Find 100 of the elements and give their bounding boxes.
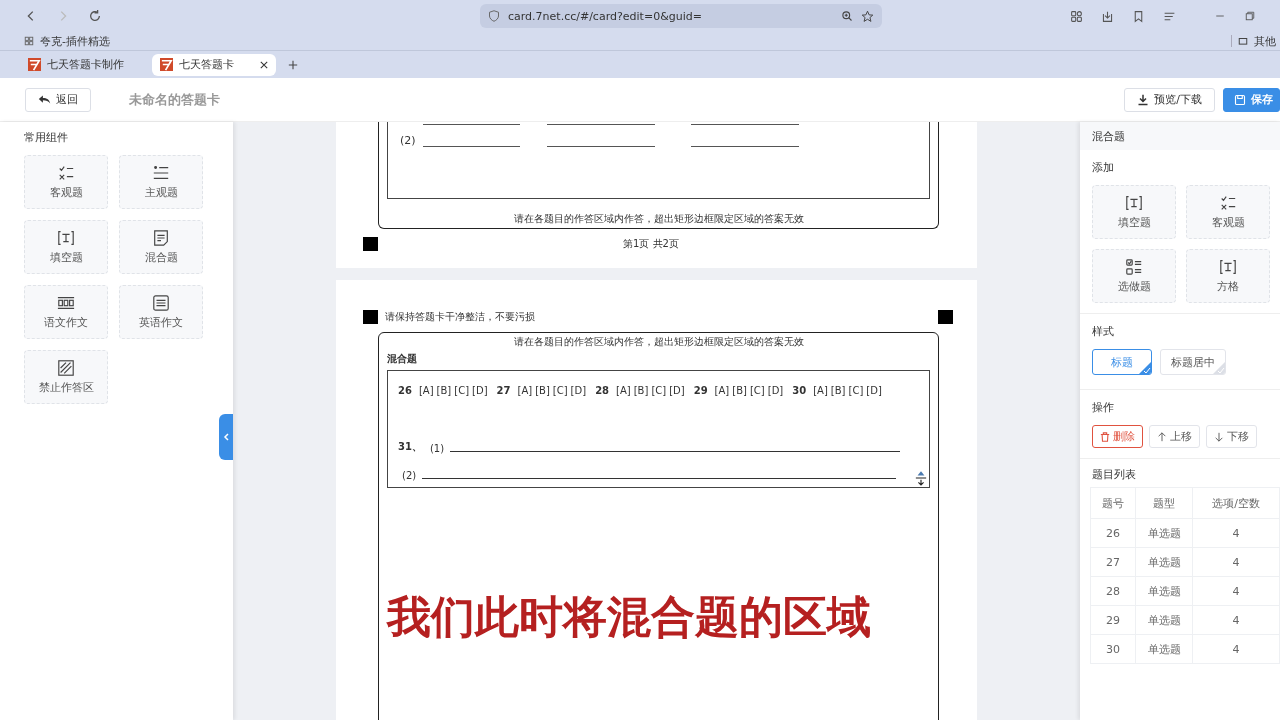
table-cell: 4 bbox=[1192, 605, 1280, 635]
panel-heading: 混合题 bbox=[1080, 122, 1280, 150]
section-label: 操作 bbox=[1092, 400, 1115, 415]
star-icon[interactable] bbox=[861, 9, 874, 23]
question-number: 30 bbox=[792, 385, 807, 396]
alignment-marker bbox=[938, 310, 953, 324]
table-cell: 4 bbox=[1192, 634, 1280, 664]
option-label: [C] bbox=[552, 385, 568, 396]
move-down-button[interactable]: 下移 bbox=[1206, 425, 1257, 448]
corner-check-icon bbox=[1139, 362, 1151, 374]
list-icon bbox=[152, 164, 170, 182]
browser-tab[interactable]: 七天答题卡 bbox=[152, 53, 276, 76]
option-label: [B] bbox=[830, 385, 846, 396]
reload-icon[interactable] bbox=[88, 9, 102, 23]
option-label: [B] bbox=[633, 385, 649, 396]
style-option[interactable]: 标题 bbox=[1092, 349, 1152, 375]
add-tile[interactable]: 选做题 bbox=[1092, 249, 1176, 303]
table-cell: 单选题 bbox=[1135, 634, 1193, 664]
zoom-icon[interactable] bbox=[841, 10, 853, 22]
trash-icon bbox=[1100, 431, 1110, 442]
question-number: 28 bbox=[595, 385, 610, 396]
bookmark-icon[interactable] bbox=[1132, 9, 1145, 23]
option-label: [B] bbox=[732, 385, 747, 396]
add-tile[interactable]: 客观题 bbox=[1186, 185, 1270, 239]
table-cell: 单选题 bbox=[1135, 576, 1193, 606]
blank-label: (2) bbox=[402, 470, 417, 481]
blank-label: (2) bbox=[400, 134, 417, 147]
option-label: [A] bbox=[616, 385, 631, 396]
option-label: [A] bbox=[418, 385, 434, 396]
corner-check-icon bbox=[1213, 362, 1225, 374]
preview-download-button[interactable]: 预览/下载 bbox=[1124, 87, 1215, 112]
option-label: [D] bbox=[472, 385, 488, 396]
component-tile[interactable]: 英语作文 bbox=[119, 285, 203, 339]
component-tile[interactable]: 禁止作答区 bbox=[24, 350, 108, 404]
options-icon bbox=[1125, 258, 1143, 276]
table-cell: 4 bbox=[1192, 518, 1280, 548]
component-tile[interactable]: 填空题 bbox=[24, 220, 108, 274]
table-cell: 4 bbox=[1192, 576, 1280, 606]
alignment-marker bbox=[363, 236, 378, 251]
option-label: [D] bbox=[866, 385, 882, 396]
option-label: [C] bbox=[848, 385, 864, 396]
reply-arrow-icon bbox=[38, 93, 51, 106]
bookmark-folder[interactable]: 其他 bbox=[1254, 33, 1276, 49]
text-field-icon bbox=[57, 229, 75, 247]
table-cell: 29 bbox=[1090, 605, 1136, 635]
table-cell: 26 bbox=[1090, 518, 1136, 548]
section-title: 混合题 bbox=[387, 352, 418, 366]
video-caption: 我们此时将混合题的区域 bbox=[387, 590, 872, 644]
section-label: 样式 bbox=[1092, 324, 1115, 339]
option-label: [C] bbox=[749, 385, 765, 396]
download-icon[interactable] bbox=[1101, 9, 1114, 23]
component-tile[interactable]: 主观题 bbox=[119, 155, 203, 209]
delete-button[interactable]: 删除 bbox=[1092, 425, 1143, 448]
table-cell: 27 bbox=[1090, 547, 1136, 577]
style-option[interactable]: 标题居中 bbox=[1160, 349, 1226, 375]
back-button[interactable]: 返回 bbox=[25, 87, 91, 112]
add-tile[interactable]: 填空题 bbox=[1092, 185, 1176, 239]
answer-note: 请在各题目的作答区域内作答，超出矩形边框限定区域的答案无效 bbox=[512, 335, 805, 349]
question-number: 27 bbox=[496, 385, 511, 396]
question-number: 29 bbox=[693, 385, 708, 396]
option-label: [A] bbox=[517, 385, 533, 396]
close-icon[interactable] bbox=[260, 60, 268, 69]
question-number: 26 bbox=[398, 385, 412, 396]
arrow-down-icon bbox=[1214, 431, 1224, 442]
section-label: 题目列表 bbox=[1092, 467, 1137, 482]
notice-text: 请保持答题卡干净整洁，不要污损 bbox=[385, 310, 535, 324]
bookmark-item[interactable]: 夸克-插件精选 bbox=[40, 33, 110, 49]
browser-tab[interactable]: 七天答题卡制作 bbox=[20, 53, 144, 76]
collapse-tab-icon[interactable] bbox=[219, 414, 233, 460]
logo bbox=[160, 58, 173, 71]
blank-label: (1) bbox=[429, 443, 445, 454]
address-bar[interactable]: card.7net.cc/#/card?edit=0&guid= bbox=[480, 4, 882, 28]
option-label: [B] bbox=[535, 385, 550, 396]
checklist-icon bbox=[1219, 194, 1237, 212]
document-icon bbox=[152, 229, 170, 247]
component-tile[interactable]: 语文作文 bbox=[24, 285, 108, 339]
add-tile[interactable]: 方格 bbox=[1186, 249, 1270, 303]
page-number: 第1页 共2页 bbox=[623, 236, 679, 251]
move-up-button[interactable]: 上移 bbox=[1149, 425, 1200, 448]
text-field-icon bbox=[1125, 194, 1143, 212]
resize-icon[interactable] bbox=[915, 470, 927, 486]
answer-note: 请在各题目的作答区域内作答，超出矩形边框限定区域的答案无效 bbox=[512, 212, 805, 226]
question-number: 31、 bbox=[398, 440, 422, 454]
component-tile[interactable]: 客观题 bbox=[24, 155, 108, 209]
component-tile[interactable]: 混合题 bbox=[119, 220, 203, 274]
download-icon bbox=[1137, 93, 1150, 106]
restore-icon[interactable] bbox=[1244, 10, 1256, 22]
save-icon bbox=[1234, 93, 1246, 106]
option-label: [A] bbox=[813, 385, 828, 396]
answer-area[interactable]: 26 [A] [B] [C] [D] 27 [A] [B] [C] [D] 28 [A] [B] [C] [D] 29 [A] [B] [C] [D] 30 [A] [B] [C] [D] 31、 (1) (2) bbox=[387, 370, 930, 488]
column-header: 题型 bbox=[1135, 487, 1193, 519]
apps-icon[interactable] bbox=[1070, 9, 1083, 23]
section-label: 添加 bbox=[1092, 160, 1115, 175]
option-label: [D] bbox=[767, 385, 784, 396]
option-label: [A] bbox=[714, 385, 730, 396]
apps-icon bbox=[24, 36, 34, 46]
logo bbox=[28, 58, 41, 71]
new-tab-icon[interactable] bbox=[288, 59, 298, 70]
panel-heading: 常用组件 bbox=[24, 130, 69, 145]
squares-icon bbox=[57, 294, 75, 312]
